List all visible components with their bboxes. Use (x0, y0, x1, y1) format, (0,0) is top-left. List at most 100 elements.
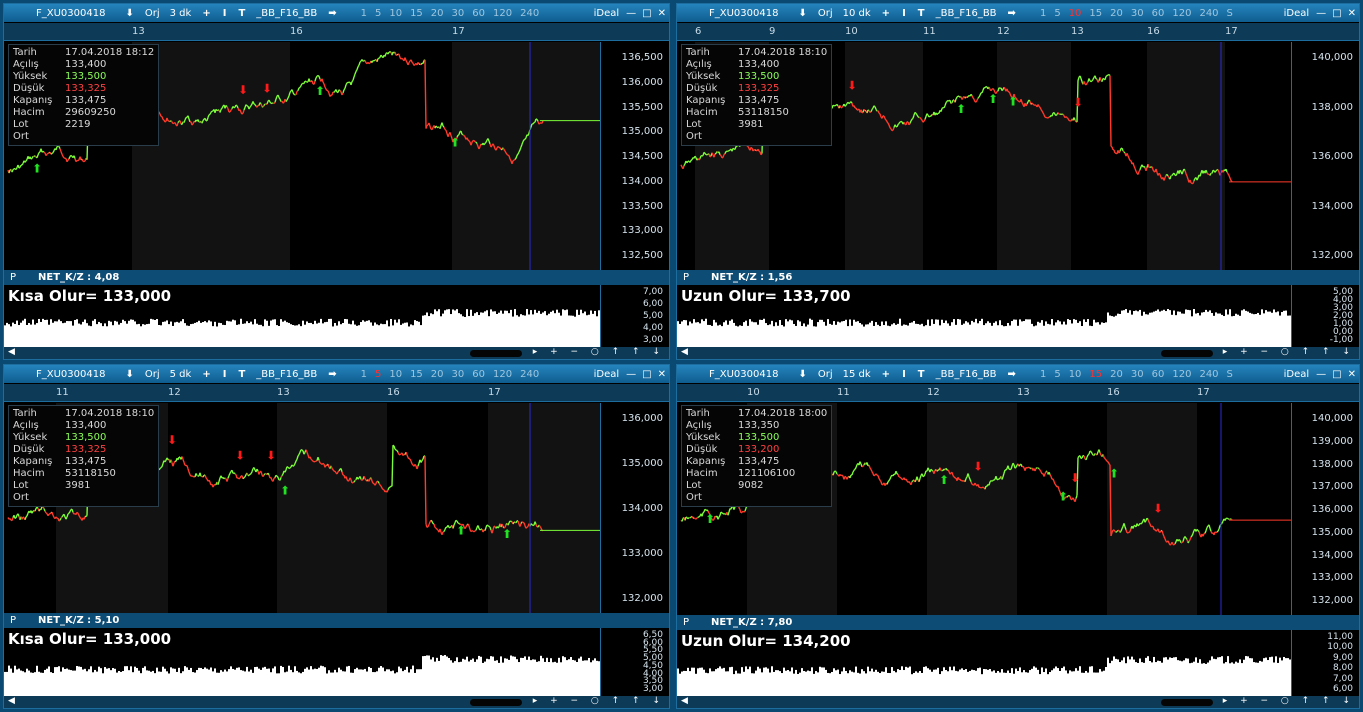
cursor-icon[interactable]: I (217, 369, 233, 380)
scrollbar[interactable]: ◀ ▸ + − ○ ↑ ↑ ↓ (677, 696, 1359, 708)
forward-arrow-icon[interactable]: ➡ (322, 8, 342, 19)
cursor-icon[interactable]: I (896, 8, 912, 19)
cursor-icon[interactable]: I (217, 8, 233, 19)
indicator-pane[interactable]: Kısa Olur= 133,000 (4, 628, 600, 698)
period-button[interactable]: 15 (1085, 369, 1106, 380)
symbol-label[interactable]: F_XU0300418 (677, 369, 792, 380)
zoom-controls[interactable]: ▸ + − ○ ↑ ↑ ↓ (533, 347, 665, 357)
chart-panel[interactable]: F_XU0300418 ⬇ Orj 15 dk + I T _BB_F16_BB ➡ 1 5 10 15… (676, 364, 1360, 709)
minimize-icon[interactable]: — (623, 369, 639, 380)
plus-icon[interactable]: + (876, 369, 896, 380)
period-button[interactable]: 120 (1168, 8, 1195, 19)
text-icon[interactable]: T (912, 8, 931, 19)
indicator-p-label[interactable]: P (677, 272, 695, 283)
period-button[interactable]: 120 (1168, 369, 1195, 380)
mode-label[interactable]: Orj (140, 369, 165, 380)
period-button[interactable]: 20 (427, 369, 448, 380)
scroll-thumb[interactable] (1161, 350, 1213, 357)
period-button[interactable]: 20 (1106, 8, 1127, 19)
period-button[interactable]: 5 (1050, 369, 1064, 380)
chart-panel[interactable]: F_XU0300418 ⬇ Orj 3 dk + I T _BB_F16_BB ➡ 1 5 10 15 2… (3, 3, 670, 360)
period-button[interactable]: 30 (1127, 369, 1148, 380)
indicator-p-label[interactable]: P (4, 272, 22, 283)
scroll-thumb[interactable] (470, 699, 522, 706)
scrollbar[interactable]: ◀ ▸ + − ○ ↑ ↑ ↓ (677, 347, 1359, 359)
symbol-label[interactable]: F_XU0300418 (4, 369, 119, 380)
zoom-controls[interactable]: ▸ + − ○ ↑ ↑ ↓ (1223, 347, 1355, 357)
indicator-p-label[interactable]: P (4, 615, 22, 626)
minimize-icon[interactable]: — (1313, 369, 1329, 380)
period-button[interactable]: 15 (406, 8, 427, 19)
mode-label[interactable]: Orj (140, 8, 165, 19)
text-icon[interactable]: T (912, 369, 931, 380)
period-button[interactable]: 20 (427, 8, 448, 19)
period-button[interactable]: 15 (406, 369, 427, 380)
period-button[interactable]: 1 (1036, 8, 1050, 19)
download-arrow-icon[interactable]: ⬇ (119, 8, 139, 19)
download-arrow-icon[interactable]: ⬇ (119, 369, 139, 380)
scroll-left-icon[interactable]: ◀ (8, 696, 15, 706)
plus-icon[interactable]: + (876, 8, 896, 19)
period-button[interactable]: 5 (1050, 8, 1064, 19)
period-button[interactable]: 1 (1036, 369, 1050, 380)
period-button[interactable]: 30 (448, 369, 469, 380)
period-button[interactable]: 60 (1148, 8, 1169, 19)
period-button[interactable]: 5 (371, 369, 385, 380)
scrollbar[interactable]: ◀ ▸ + − ○ ↑ ↑ ↓ (4, 696, 669, 708)
symbol-label[interactable]: F_XU0300418 (677, 8, 792, 19)
period-button[interactable]: 10 (1065, 369, 1086, 380)
period-button[interactable]: 240 (516, 369, 543, 380)
scrollbar[interactable]: ◀ ▸ + − ○ ↑ ↑ ↓ (4, 347, 669, 359)
plus-icon[interactable]: + (196, 8, 216, 19)
interval-label[interactable]: 10 dk (838, 8, 876, 19)
plus-icon[interactable]: + (196, 369, 216, 380)
period-button[interactable]: 1 (357, 369, 371, 380)
period-button[interactable]: 10 (385, 8, 406, 19)
download-arrow-icon[interactable]: ⬇ (792, 369, 812, 380)
zoom-controls[interactable]: ▸ + − ○ ↑ ↑ ↓ (1223, 696, 1355, 706)
scroll-left-icon[interactable]: ◀ (681, 347, 688, 357)
forward-arrow-icon[interactable]: ➡ (322, 369, 342, 380)
period-button[interactable]: 240 (1195, 8, 1222, 19)
close-icon[interactable]: ✕ (655, 8, 669, 19)
scroll-thumb[interactable] (470, 350, 522, 357)
scroll-left-icon[interactable]: ◀ (681, 696, 688, 706)
period-button[interactable]: 60 (468, 8, 489, 19)
chart-panel[interactable]: F_XU0300418 ⬇ Orj 5 dk + I T _BB_F16_BB ➡ 1 5 10 15 2… (3, 364, 670, 709)
period-button[interactable]: 120 (489, 369, 516, 380)
template-label[interactable]: _BB_F16_BB (931, 369, 1002, 380)
minimize-icon[interactable]: — (623, 8, 639, 19)
maximize-icon[interactable]: □ (639, 8, 654, 19)
indicator-p-label[interactable]: P (677, 617, 695, 628)
period-button[interactable]: S (1223, 369, 1237, 380)
cursor-icon[interactable]: I (896, 369, 912, 380)
mode-label[interactable]: Orj (813, 369, 838, 380)
period-button[interactable]: 5 (371, 8, 385, 19)
close-icon[interactable]: ✕ (1345, 8, 1359, 19)
indicator-pane[interactable]: Uzun Olur= 134,200 (677, 630, 1291, 698)
period-button[interactable]: 10 (385, 369, 406, 380)
close-icon[interactable]: ✕ (655, 369, 669, 380)
period-button[interactable]: 30 (448, 8, 469, 19)
period-button[interactable]: 60 (468, 369, 489, 380)
interval-label[interactable]: 5 dk (165, 369, 197, 380)
period-button[interactable]: 240 (516, 8, 543, 19)
forward-arrow-icon[interactable]: ➡ (1002, 8, 1022, 19)
mode-label[interactable]: Orj (813, 8, 838, 19)
template-label[interactable]: _BB_F16_BB (251, 369, 322, 380)
period-button[interactable]: 20 (1106, 369, 1127, 380)
maximize-icon[interactable]: □ (639, 369, 654, 380)
template-label[interactable]: _BB_F16_BB (931, 8, 1002, 19)
template-label[interactable]: _BB_F16_BB (251, 8, 322, 19)
chart-panel[interactable]: F_XU0300418 ⬇ Orj 10 dk + I T _BB_F16_BB ➡ 1 5 10 15… (676, 3, 1360, 360)
period-button[interactable]: 1 (357, 8, 371, 19)
minimize-icon[interactable]: — (1313, 8, 1329, 19)
indicator-pane[interactable]: Uzun Olur= 133,700 (677, 285, 1291, 349)
zoom-controls[interactable]: ▸ + − ○ ↑ ↑ ↓ (533, 696, 665, 706)
text-icon[interactable]: T (232, 8, 251, 19)
period-button[interactable]: 15 (1085, 8, 1106, 19)
period-button[interactable]: 30 (1127, 8, 1148, 19)
indicator-pane[interactable]: Kısa Olur= 133,000 (4, 285, 600, 349)
maximize-icon[interactable]: □ (1329, 8, 1344, 19)
text-icon[interactable]: T (232, 369, 251, 380)
